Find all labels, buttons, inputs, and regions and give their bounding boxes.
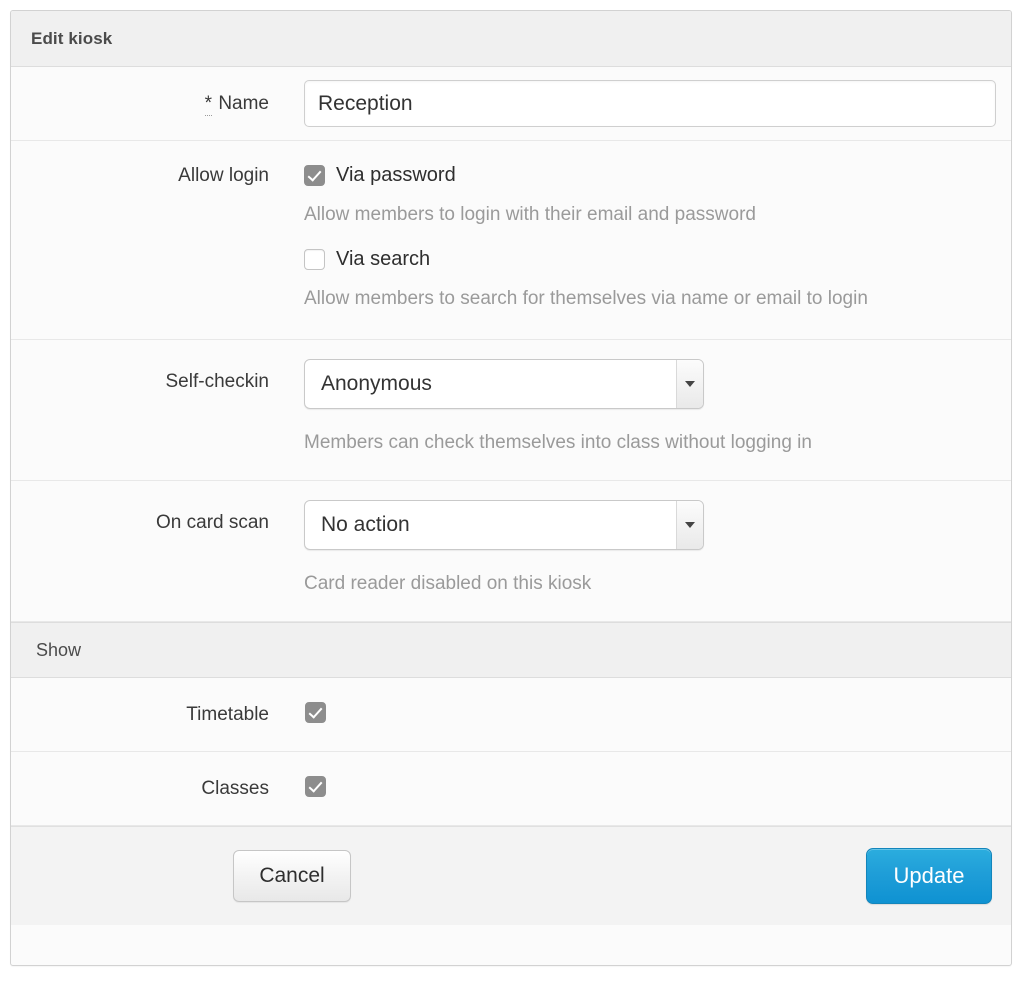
form-row-self-checkin: Self-checkin Anonymous Members can check… bbox=[11, 340, 1011, 481]
checkbox-via-password[interactable]: Via password bbox=[304, 163, 1011, 187]
name-input[interactable] bbox=[304, 80, 996, 127]
page-title: Edit kiosk bbox=[31, 28, 113, 48]
checkbox-timetable[interactable] bbox=[305, 701, 326, 723]
name-label-text: Name bbox=[218, 92, 269, 114]
on-card-scan-select[interactable]: No action bbox=[304, 500, 704, 550]
self-checkin-select[interactable]: Anonymous bbox=[304, 359, 704, 409]
allow-login-label: Allow login bbox=[178, 165, 269, 186]
via-search-help: Allow members to search for themselves v… bbox=[304, 288, 868, 309]
checkbox-via-search[interactable]: Via search bbox=[304, 247, 1011, 271]
form-row-name: * Name bbox=[11, 67, 1011, 141]
via-search-label: Via search bbox=[336, 248, 431, 270]
on-card-scan-selected-value: No action bbox=[321, 513, 410, 536]
timetable-label: Timetable bbox=[186, 703, 269, 725]
via-password-label: Via password bbox=[336, 164, 456, 186]
form-row-on-card-scan: On card scan No action Card reader disab… bbox=[11, 481, 1011, 622]
panel-header: Edit kiosk bbox=[11, 11, 1011, 67]
panel-footer: Cancel Update bbox=[11, 826, 1011, 925]
form-row-allow-login: Allow login Via password Allow members t… bbox=[11, 141, 1011, 340]
on-card-scan-field-wrap: No action Card reader disabled on this k… bbox=[269, 500, 1011, 602]
classes-field-wrap bbox=[269, 775, 1011, 802]
via-password-help: Allow members to login with their email … bbox=[304, 204, 756, 225]
name-field-wrap bbox=[269, 80, 1011, 127]
checkbox-checked-icon[interactable] bbox=[304, 164, 325, 186]
timetable-field-wrap bbox=[269, 701, 1011, 728]
edit-kiosk-panel: Edit kiosk * Name Allow login Via passwo… bbox=[10, 10, 1012, 966]
update-button[interactable]: Update bbox=[866, 848, 992, 904]
name-label: * Name bbox=[11, 92, 269, 116]
self-checkin-help: Members can check themselves into class … bbox=[304, 432, 812, 453]
form-row-timetable: Timetable bbox=[11, 678, 1011, 752]
checkbox-unchecked-icon[interactable] bbox=[304, 248, 325, 270]
show-section-header: Show bbox=[11, 622, 1011, 678]
chevron-down-icon[interactable] bbox=[676, 501, 703, 549]
allow-login-options: Via password Allow members to login with… bbox=[269, 163, 1011, 317]
on-card-scan-label: On card scan bbox=[156, 512, 269, 533]
self-checkin-selected-value: Anonymous bbox=[321, 372, 432, 395]
on-card-scan-help: Card reader disabled on this kiosk bbox=[304, 573, 592, 594]
checkbox-classes[interactable] bbox=[305, 775, 326, 797]
required-asterisk: * bbox=[204, 92, 213, 116]
form-row-classes: Classes bbox=[11, 752, 1011, 826]
self-checkin-label: Self-checkin bbox=[165, 371, 270, 392]
self-checkin-field-wrap: Anonymous Members can check themselves i… bbox=[269, 359, 1011, 461]
chevron-down-icon[interactable] bbox=[676, 360, 703, 408]
page-root: Edit kiosk * Name Allow login Via passwo… bbox=[0, 0, 1024, 982]
classes-label: Classes bbox=[201, 777, 269, 799]
cancel-button[interactable]: Cancel bbox=[233, 850, 351, 902]
